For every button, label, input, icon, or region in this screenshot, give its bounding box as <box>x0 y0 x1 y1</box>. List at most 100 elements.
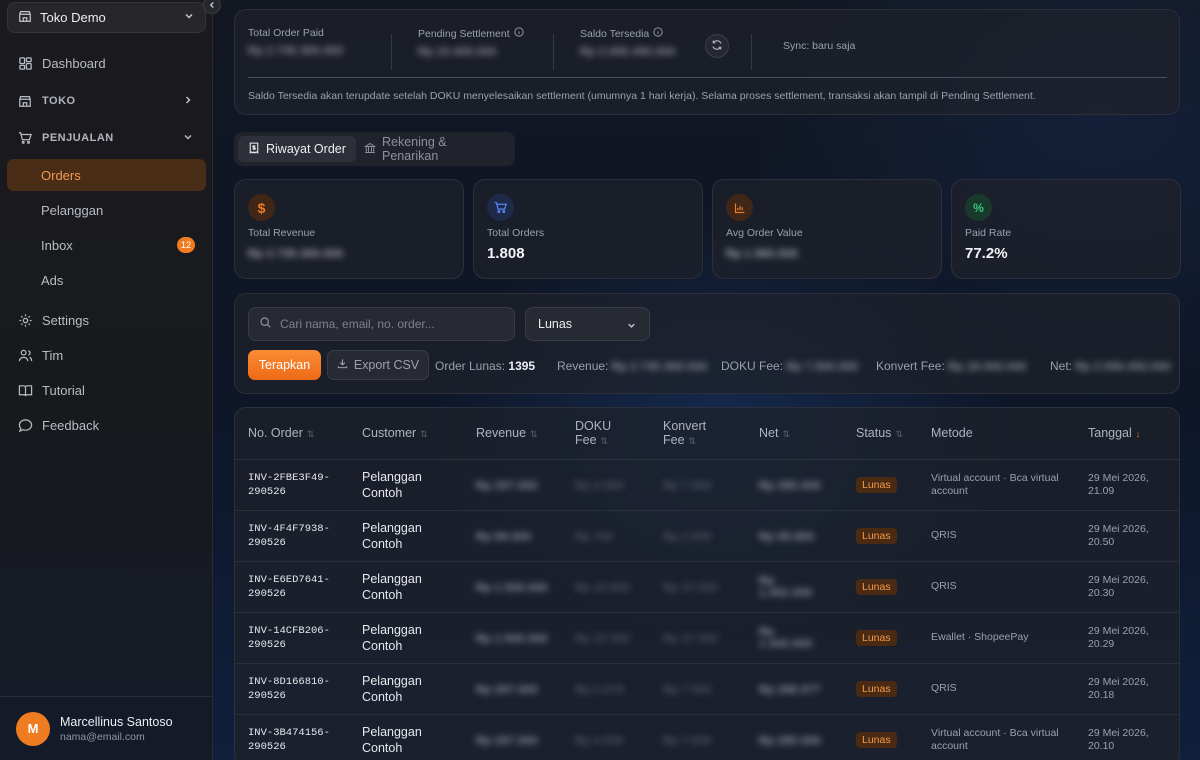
konvert-fee-label: Konvert Fee: <box>876 359 945 373</box>
search-input[interactable] <box>280 317 500 331</box>
orders-table-card: No. Order ⇅ Customer ⇅ Revenue ⇅ DOKU Fee ⇅ … <box>234 407 1180 760</box>
info-icon[interactable] <box>653 27 663 40</box>
sidebar-section-penjualan[interactable]: PENJUALAN <box>7 122 206 154</box>
gear-icon <box>17 312 33 328</box>
tab-bar: Riwayat Order Rekening & Penarikan <box>234 132 515 166</box>
table-row[interactable]: INV-4F4F7938-290526 Pelanggan Contoh Rp 99… <box>235 510 1179 562</box>
sidebar-item-feedback[interactable]: Feedback <box>7 409 206 441</box>
order-date: 29 Mei 2026, 20.29 <box>1088 624 1149 650</box>
search-box[interactable] <box>248 307 515 341</box>
stat-avg-order-value: Avg Order Value Rp 1.960.000 <box>712 179 942 279</box>
sidebar-item-label: Ads <box>41 272 64 288</box>
receipt-icon <box>248 142 260 157</box>
user-name: Marcellinus Santoso <box>60 714 173 729</box>
net-cell: Rp 285.000 <box>759 734 821 747</box>
filter-card: Lunas Terapkan Export CSV Order Lunas: 1… <box>234 293 1180 394</box>
revenue-stat: Revenue: Rp 2.735.300.000 <box>557 359 707 373</box>
sort-icon: ⇅ <box>420 429 428 440</box>
table-row[interactable]: INV-E6ED7641-290526 Pelanggan Contoh Rp 1.… <box>235 561 1179 613</box>
sidebar-item-pelanggan[interactable]: Pelanggan <box>7 194 206 226</box>
column-header-order[interactable]: No. Order ⇅ <box>235 408 349 460</box>
stat-total-orders: Total Orders 1.808 <box>473 179 703 279</box>
column-header-tanggal[interactable]: Tanggal ↓ <box>1075 408 1179 460</box>
table-row[interactable]: INV-2FBE3F49-290526 Pelanggan Contoh Rp 29… <box>235 459 1179 511</box>
revenue-value: Rp 2.735.300.000 <box>611 361 708 373</box>
status-select[interactable]: Lunas <box>525 307 650 341</box>
sidebar-item-tutorial[interactable]: Tutorial <box>7 374 206 406</box>
sidebar-section-toko[interactable]: TOKO <box>7 85 206 117</box>
doku-fee-label: DOKU Fee: <box>721 359 784 373</box>
sidebar-item-inbox[interactable]: Inbox 12 <box>7 229 206 261</box>
cart-icon <box>487 194 514 221</box>
tab-label: Riwayat Order <box>266 142 346 156</box>
doku-fee-value: Rp 7.500.000 <box>786 361 859 373</box>
sidebar-item-label: Feedback <box>42 417 100 433</box>
net-cell: Rp 286.977 <box>759 683 821 696</box>
tab-riwayat-order[interactable]: Riwayat Order <box>238 136 356 162</box>
export-csv-button[interactable]: Export CSV <box>327 350 429 380</box>
table-row[interactable]: INV-8D166810-290526 Pelanggan Contoh Rp 29… <box>235 663 1179 715</box>
revenue-label: Revenue: <box>557 359 609 373</box>
user-profile[interactable]: M Marcellinus Santoso nama@email.com <box>0 696 213 760</box>
order-number[interactable]: INV-4F4F7938-290526 <box>248 522 336 550</box>
sidebar-item-dashboard[interactable]: Dashboard <box>7 47 206 79</box>
payment-method: QRIS <box>931 682 957 694</box>
settlement-note: Saldo Tersedia akan terupdate setelah DO… <box>248 90 1036 102</box>
column-header-konvert-fee[interactable]: Konvert Fee ⇅ <box>650 408 746 460</box>
konvert-fee-cell: Rp 7.500 <box>663 479 712 492</box>
apply-button[interactable]: Terapkan <box>248 350 321 380</box>
order-date: 29 Mei 2026, 20.18 <box>1088 675 1149 701</box>
saldo-tersedia-value: Rp 2.056.450.000 <box>580 46 676 58</box>
column-header-revenue[interactable]: Revenue ⇅ <box>463 408 562 460</box>
customer-name: Pelanggan Contoh <box>362 724 422 755</box>
doku-fee-cell: Rp 10.500 <box>575 581 631 594</box>
sidebar-item-orders[interactable]: Orders <box>7 159 206 191</box>
table-row[interactable]: INV-3B474156-290526 Pelanggan Contoh Rp 29… <box>235 714 1179 760</box>
column-header-doku-fee[interactable]: DOKU Fee ⇅ <box>562 408 650 460</box>
table-row[interactable]: INV-14CFB206-290526 Pelanggan Contoh Rp 1.… <box>235 612 1179 664</box>
sidebar-section-label: TOKO <box>42 95 76 107</box>
tab-rekening-penarikan[interactable]: Rekening & Penarikan <box>354 135 515 163</box>
user-email: nama@email.com <box>60 730 145 743</box>
bar-chart-icon <box>726 194 753 221</box>
pending-settlement: Pending Settlement Rp 15.400.000 <box>418 27 524 58</box>
order-number[interactable]: INV-2FBE3F49-290526 <box>248 471 336 499</box>
store-selector[interactable]: Toko Demo <box>7 2 206 33</box>
table-header-row: No. Order ⇅ Customer ⇅ Revenue ⇅ DOKU Fee ⇅ … <box>235 408 1179 460</box>
net-stat: Net: Rp 2.056.450.000 <box>1050 359 1171 373</box>
store-name: Toko Demo <box>40 10 106 25</box>
column-header-status[interactable]: Status ⇅ <box>843 408 918 460</box>
status-badge: Lunas <box>856 731 897 748</box>
order-number[interactable]: INV-8D166810-290526 <box>248 675 336 703</box>
percent-icon: % <box>965 194 992 221</box>
doku-fee-cell: Rp 700 <box>575 530 614 543</box>
order-number[interactable]: INV-3B474156-290526 <box>248 726 336 754</box>
sidebar-item-settings[interactable]: Settings <box>7 304 206 336</box>
chevron-left-icon <box>207 0 217 13</box>
revenue-cell: Rp 297.000 <box>476 683 538 696</box>
main-content: Total Order Paid Rp 2.735.300.000 Pendin… <box>213 0 1200 760</box>
sidebar-item-ads[interactable]: Ads <box>7 264 206 296</box>
search-icon <box>259 316 272 332</box>
konvert-fee-cell: Rp 7.500 <box>663 683 712 696</box>
stat-label: Total Orders <box>487 227 545 239</box>
column-header-customer[interactable]: Customer ⇅ <box>349 408 463 460</box>
stat-label: Paid Rate <box>965 227 1012 239</box>
users-icon <box>17 347 33 363</box>
order-number[interactable]: INV-E6ED7641-290526 <box>248 573 336 601</box>
sidebar-item-tim[interactable]: Tim <box>7 339 206 371</box>
revenue-cell: Rp 297.000 <box>476 479 538 492</box>
payment-method: Virtual account · Bca virtual account <box>931 471 1059 497</box>
refresh-button[interactable] <box>705 34 729 58</box>
column-header-metode: Metode <box>918 408 1075 460</box>
konvert-fee-cell: Rp 37.500 <box>663 632 719 645</box>
order-number[interactable]: INV-14CFB206-290526 <box>248 624 336 652</box>
orders-table: No. Order ⇅ Customer ⇅ Revenue ⇅ DOKU Fee ⇅ … <box>235 408 1179 760</box>
balance-summary-card: Total Order Paid Rp 2.735.300.000 Pendin… <box>234 9 1180 115</box>
info-icon[interactable] <box>514 27 524 40</box>
avatar: M <box>16 711 50 746</box>
chevron-down-icon <box>626 320 637 334</box>
konvert-fee-stat: Konvert Fee: Rp 18.000.000 <box>876 359 1027 373</box>
sidebar-item-label: Tutorial <box>42 382 85 398</box>
column-header-net[interactable]: Net ⇅ <box>746 408 843 460</box>
